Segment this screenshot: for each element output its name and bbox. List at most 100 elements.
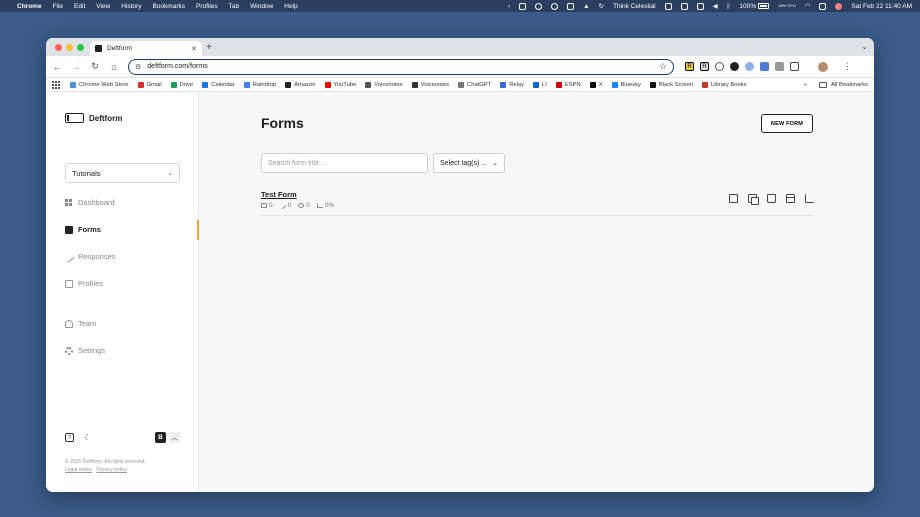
refresh-icon[interactable]: ↻ [599, 2, 604, 10]
fullscreen-icon[interactable] [664, 2, 672, 10]
extension-icon[interactable]: R [700, 62, 709, 71]
zoom-window-button[interactable] [77, 44, 84, 51]
menu-file[interactable]: File [53, 3, 63, 10]
tab-search-icon[interactable]: ⌄ [861, 42, 868, 51]
bluetooth-icon[interactable]: ᛒ [727, 3, 731, 10]
eject-icon[interactable]: ▲ [583, 3, 589, 10]
bookmark-item[interactable]: Amazon [285, 81, 316, 88]
help-icon[interactable]: ? [65, 433, 74, 442]
close-tab-icon[interactable]: ✕ [191, 45, 197, 53]
site-settings-icon[interactable]: ⚙ [135, 63, 141, 71]
menubar-datetime[interactable]: Sat Feb 22 11:40 AM [851, 3, 912, 10]
account-menu[interactable]: B ︿ [155, 432, 180, 443]
brand-logo[interactable]: Deftform [65, 113, 122, 123]
bookmark-item[interactable]: Black Screen [649, 81, 693, 88]
siri-icon[interactable] [835, 2, 843, 10]
minimize-window-button[interactable] [66, 44, 73, 51]
new-form-button[interactable]: NEW FORM [761, 114, 813, 133]
address-bar[interactable]: ⚙ deftform.com/forms ☆ [128, 58, 674, 75]
reload-icon[interactable]: ↻ [90, 61, 100, 72]
extension-icon[interactable]: R [685, 62, 694, 71]
bookmark-item[interactable]: ESPN [555, 81, 581, 88]
legal-notice-link[interactable]: Legal notice [65, 467, 92, 473]
clipboard-icon[interactable] [767, 194, 776, 203]
menu-tab[interactable]: Tab [229, 3, 239, 10]
views-stat: 0 [298, 202, 310, 209]
edit-icon[interactable] [805, 194, 814, 203]
wifi-icon[interactable]: ◠ [805, 2, 811, 10]
extensions-puzzle-icon[interactable] [790, 62, 799, 71]
url-text[interactable]: deftform.com/forms [147, 63, 207, 70]
bookmark-item[interactable]: Drive [170, 81, 193, 88]
bookmark-star-icon[interactable]: ☆ [659, 61, 667, 72]
sidebar-item-profiles[interactable]: Profiles [65, 279, 103, 288]
control-center-icon[interactable] [819, 2, 827, 10]
bookmark-item[interactable]: YouTube [324, 81, 356, 88]
sidebar-item-settings[interactable]: Settings [65, 346, 105, 355]
search-input[interactable]: Search form title ... [261, 153, 428, 173]
sidebar-footer-controls: ? ☾ B ︿ [65, 432, 180, 443]
bookmark-item[interactable]: Voicenotes [411, 81, 449, 88]
more-menu-icon[interactable]: ⋮ [843, 61, 852, 72]
all-bookmarks-button[interactable]: All Bookmarks [818, 81, 868, 88]
bookmarks-overflow-button[interactable]: » [804, 82, 807, 88]
sidebar-item-dashboard[interactable]: Dashboard [65, 198, 115, 207]
menu-profiles[interactable]: Profiles [196, 3, 218, 10]
bookmark-item[interactable]: ChatGPT [458, 81, 491, 88]
menu-help[interactable]: Help [284, 3, 297, 10]
menu-bookmarks[interactable]: Bookmarks [152, 3, 185, 10]
forward-icon[interactable]: → [71, 62, 81, 72]
bookmark-item[interactable]: Relay [500, 81, 524, 88]
duplicate-icon[interactable] [748, 194, 759, 205]
menu-view[interactable]: View [96, 3, 110, 10]
bookmark-item[interactable]: Voicenotes [365, 81, 403, 88]
dark-mode-icon[interactable]: ☾ [84, 433, 91, 442]
bookmark-item[interactable]: Gmail [137, 81, 162, 88]
home-icon[interactable]: ⌂ [109, 62, 119, 72]
menubar-status-text[interactable]: Think Celestial [613, 3, 656, 10]
menu-history[interactable]: History [121, 3, 141, 10]
battery-indicator[interactable]: 100% [740, 3, 770, 10]
bookmark-favicon-icon [500, 81, 507, 88]
stats-icon[interactable] [729, 194, 738, 203]
bookmark-item[interactable]: Raindrop [243, 81, 276, 88]
embed-icon[interactable] [786, 194, 795, 203]
cpu-readout[interactable]: 18% CPU [778, 4, 796, 8]
extension-icon[interactable] [745, 62, 754, 71]
sidebar: Deftform Tutorials ⌄ Dashboard Forms Res… [46, 92, 199, 492]
profile-avatar[interactable] [818, 61, 828, 72]
bookmark-item[interactable]: LI [533, 81, 547, 88]
volume-icon[interactable]: ◀ [713, 2, 718, 10]
workspace-select[interactable]: Tutorials ⌄ [65, 163, 180, 183]
tag-select[interactable]: Select tag(s) ... ⌄ [433, 153, 505, 173]
status-icon[interactable] [535, 2, 543, 10]
bookmark-item[interactable]: Chrome Web Store [70, 81, 129, 88]
status-icon[interactable] [696, 2, 704, 10]
extension-icon[interactable] [730, 62, 739, 71]
back-icon[interactable]: ← [52, 62, 62, 72]
menu-app-name[interactable]: Chrome [17, 3, 42, 10]
menu-edit[interactable]: Edit [74, 3, 85, 10]
bookmark-item[interactable]: Library Books [702, 81, 746, 88]
status-icon[interactable] [551, 2, 559, 10]
bookmark-item[interactable]: X [589, 81, 603, 88]
status-icon[interactable] [680, 2, 688, 10]
sidebar-item-responses[interactable]: Responses [63, 250, 116, 263]
extension-icon[interactable] [760, 62, 769, 71]
apps-grid-icon[interactable] [52, 80, 60, 89]
browser-toolbar: ← → ↻ ⌂ ⚙ deftform.com/forms ☆ R R ⋮ [46, 56, 874, 78]
sidebar-item-forms[interactable]: Forms [65, 225, 101, 234]
chevron-left-icon[interactable]: ‹ [508, 3, 510, 10]
privacy-policy-link[interactable]: Privacy policy [96, 467, 127, 473]
status-icon[interactable] [567, 2, 575, 10]
status-icon[interactable] [519, 2, 527, 10]
extension-icon[interactable] [715, 62, 724, 71]
bookmark-item[interactable]: Bluesky [611, 81, 641, 88]
browser-tab[interactable]: Deftform ✕ [90, 41, 202, 56]
bookmark-item[interactable]: Calendar [202, 81, 235, 88]
sidebar-item-team[interactable]: Team [65, 319, 96, 328]
new-tab-button[interactable]: + [206, 42, 212, 53]
menu-window[interactable]: Window [250, 3, 273, 10]
extension-icon[interactable] [775, 62, 784, 71]
close-window-button[interactable] [55, 44, 62, 51]
